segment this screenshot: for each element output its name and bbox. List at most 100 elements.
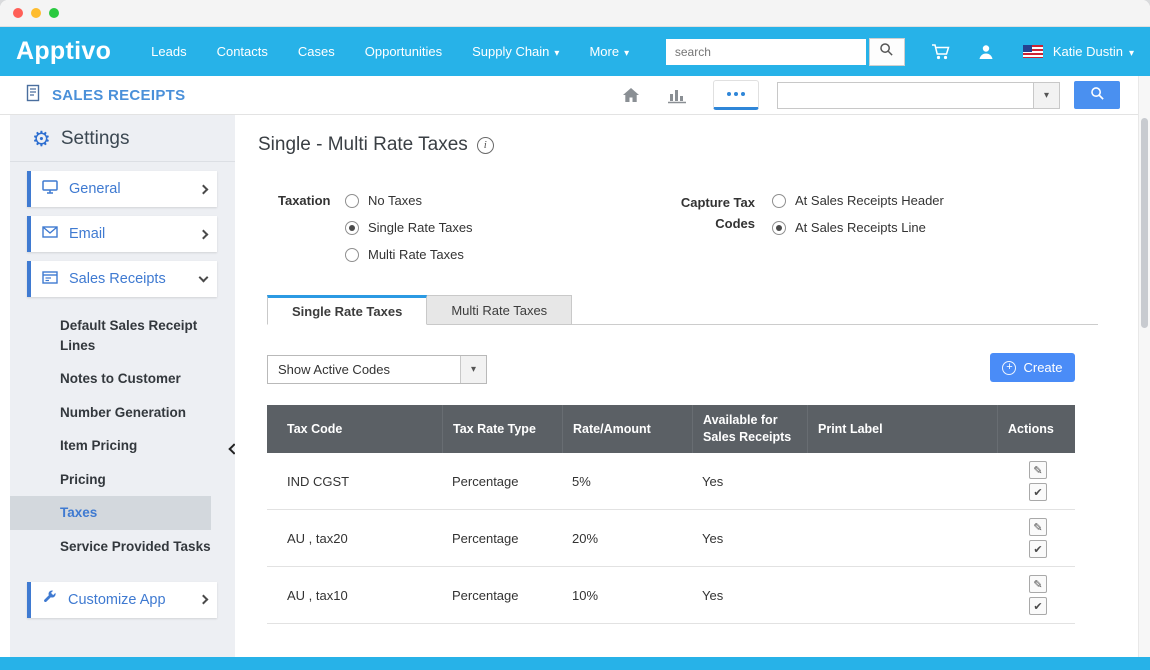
cell-available: Yes: [692, 567, 807, 623]
sidebar-item-pricing[interactable]: Pricing: [10, 463, 235, 497]
settings-sidebar: ⚙ Settings General Email Sales Receipts …: [10, 115, 235, 657]
sales-receipts-submenu: Default Sales Receipt Lines Notes to Cus…: [10, 309, 235, 564]
tab-multi-rate-taxes[interactable]: Multi Rate Taxes: [427, 295, 572, 325]
cell-rate-amount: 10%: [562, 567, 692, 623]
radio-icon: [345, 248, 359, 262]
sidebar-item-email[interactable]: Email: [27, 216, 217, 252]
radio-no-taxes[interactable]: No Taxes: [345, 187, 473, 214]
apptivo-logo[interactable]: Apptivo: [16, 37, 111, 66]
chevron-right-icon: [199, 229, 209, 239]
main-content: Single - Multi Rate Taxes Taxation No Ta…: [235, 115, 1138, 657]
chevron-right-icon: [199, 184, 209, 194]
search-button[interactable]: [869, 38, 905, 66]
close-window-button[interactable]: [13, 8, 23, 18]
tab-single-rate-taxes[interactable]: Single Rate Taxes: [267, 295, 427, 325]
sidebar-item-label: Email: [69, 226, 105, 242]
sidebar-item-default-sales-receipt-lines[interactable]: Default Sales Receipt Lines: [10, 309, 235, 362]
sidebar-item-notes-to-customer[interactable]: Notes to Customer: [10, 362, 235, 396]
capture-radio-group: At Sales Receipts Header At Sales Receip…: [772, 187, 944, 241]
reports-chart-icon[interactable]: [667, 86, 687, 104]
tax-settings-form: Taxation No Taxes Single Rate Taxes Mult…: [235, 187, 1138, 299]
check-row-button[interactable]: [1029, 540, 1047, 558]
column-header-tax-code: Tax Code: [267, 405, 442, 453]
window-titlebar: [0, 0, 1150, 27]
page-title: Single - Multi Rate Taxes: [258, 134, 494, 156]
user-name: Katie Dustin: [1053, 44, 1123, 59]
zoom-window-button[interactable]: [49, 8, 59, 18]
create-button[interactable]: Create: [990, 353, 1075, 382]
cell-tax-rate-type: Percentage: [442, 510, 562, 566]
scrollbar-thumb[interactable]: [1141, 118, 1148, 328]
user-flag-icon: [1023, 45, 1043, 58]
chevron-down-icon: [554, 44, 559, 59]
home-icon[interactable]: [621, 86, 641, 104]
check-row-button[interactable]: [1029, 483, 1047, 501]
cell-actions: [997, 567, 1075, 623]
radio-label: No Taxes: [368, 193, 422, 208]
cell-available: Yes: [692, 510, 807, 566]
search-icon: [1090, 86, 1105, 104]
appbar-dropdown-value: [778, 83, 1033, 108]
app-title: SALES RECEIPTS: [52, 87, 185, 104]
chevron-down-icon: [1129, 44, 1134, 59]
radio-icon: [772, 194, 786, 208]
radio-at-sales-receipts-header[interactable]: At Sales Receipts Header: [772, 187, 944, 214]
info-icon[interactable]: [477, 137, 494, 154]
menu-item-more[interactable]: More: [589, 44, 629, 59]
cart-icon[interactable]: [931, 43, 951, 61]
capture-tax-codes-label: Capture Tax Codes: [672, 193, 755, 235]
radio-single-rate-taxes[interactable]: Single Rate Taxes: [345, 214, 473, 241]
ellipsis-icon: [741, 92, 745, 96]
edit-row-button[interactable]: [1029, 575, 1047, 593]
top-navigation: Apptivo Leads Contacts Cases Opportuniti…: [0, 27, 1150, 76]
sidebar-item-general[interactable]: General: [27, 171, 217, 207]
page-title-text: Single - Multi Rate Taxes: [258, 134, 468, 156]
search-input[interactable]: [666, 39, 866, 65]
column-header-tax-rate-type: Tax Rate Type: [442, 405, 562, 453]
appbar-dropdown[interactable]: [777, 82, 1060, 109]
sidebar-item-number-generation[interactable]: Number Generation: [10, 396, 235, 430]
page-footer: [0, 657, 1150, 670]
wrench-icon: [42, 590, 57, 609]
vertical-scrollbar[interactable]: [1138, 76, 1150, 657]
edit-row-button[interactable]: [1029, 461, 1047, 479]
radio-label: At Sales Receipts Line: [795, 220, 926, 235]
sidebar-item-item-pricing[interactable]: Item Pricing: [10, 429, 235, 463]
show-active-codes-dropdown[interactable]: Show Active Codes: [267, 355, 487, 384]
radio-multi-rate-taxes[interactable]: Multi Rate Taxes: [345, 241, 473, 268]
receipt-icon: [42, 271, 58, 288]
contacts-person-icon[interactable]: [977, 43, 995, 61]
column-header-actions: Actions: [997, 405, 1075, 453]
menu-item-supply-chain[interactable]: Supply Chain: [472, 44, 559, 59]
minimize-window-button[interactable]: [31, 8, 41, 18]
table-row: IND CGST Percentage 5% Yes: [267, 453, 1075, 510]
sales-receipts-icon: [26, 84, 42, 107]
chevron-down-icon: [624, 44, 629, 59]
menu-item-leads[interactable]: Leads: [151, 44, 186, 59]
cell-tax-code: AU , tax20: [267, 510, 442, 566]
user-menu[interactable]: Katie Dustin: [1053, 44, 1134, 59]
app-window: Apptivo Leads Contacts Cases Opportuniti…: [0, 0, 1150, 670]
check-row-button[interactable]: [1029, 597, 1047, 615]
cell-tax-code: AU , tax10: [267, 567, 442, 623]
menu-item-label: More: [589, 44, 619, 59]
radio-icon: [772, 221, 786, 235]
cell-rate-amount: 20%: [562, 510, 692, 566]
sidebar-item-taxes[interactable]: Taxes: [10, 496, 211, 530]
menu-item-contacts[interactable]: Contacts: [217, 44, 268, 59]
monitor-icon: [42, 180, 58, 198]
radio-icon: [345, 221, 359, 235]
sidebar-item-customize-app[interactable]: Customize App: [27, 582, 217, 618]
menu-item-opportunities[interactable]: Opportunities: [365, 44, 442, 59]
appbar-search-button[interactable]: [1074, 81, 1120, 109]
sidebar-item-label: Customize App: [68, 592, 166, 608]
sidebar-item-service-provided-tasks[interactable]: Service Provided Tasks: [10, 530, 235, 564]
edit-row-button[interactable]: [1029, 518, 1047, 536]
appbar-icons: [621, 80, 759, 110]
sidebar-item-sales-receipts[interactable]: Sales Receipts: [27, 261, 217, 297]
gear-icon: ⚙: [32, 129, 51, 150]
menu-item-cases[interactable]: Cases: [298, 44, 335, 59]
radio-at-sales-receipts-line[interactable]: At Sales Receipts Line: [772, 214, 944, 241]
cell-print-label: [807, 567, 997, 623]
more-options-button[interactable]: [713, 80, 759, 110]
